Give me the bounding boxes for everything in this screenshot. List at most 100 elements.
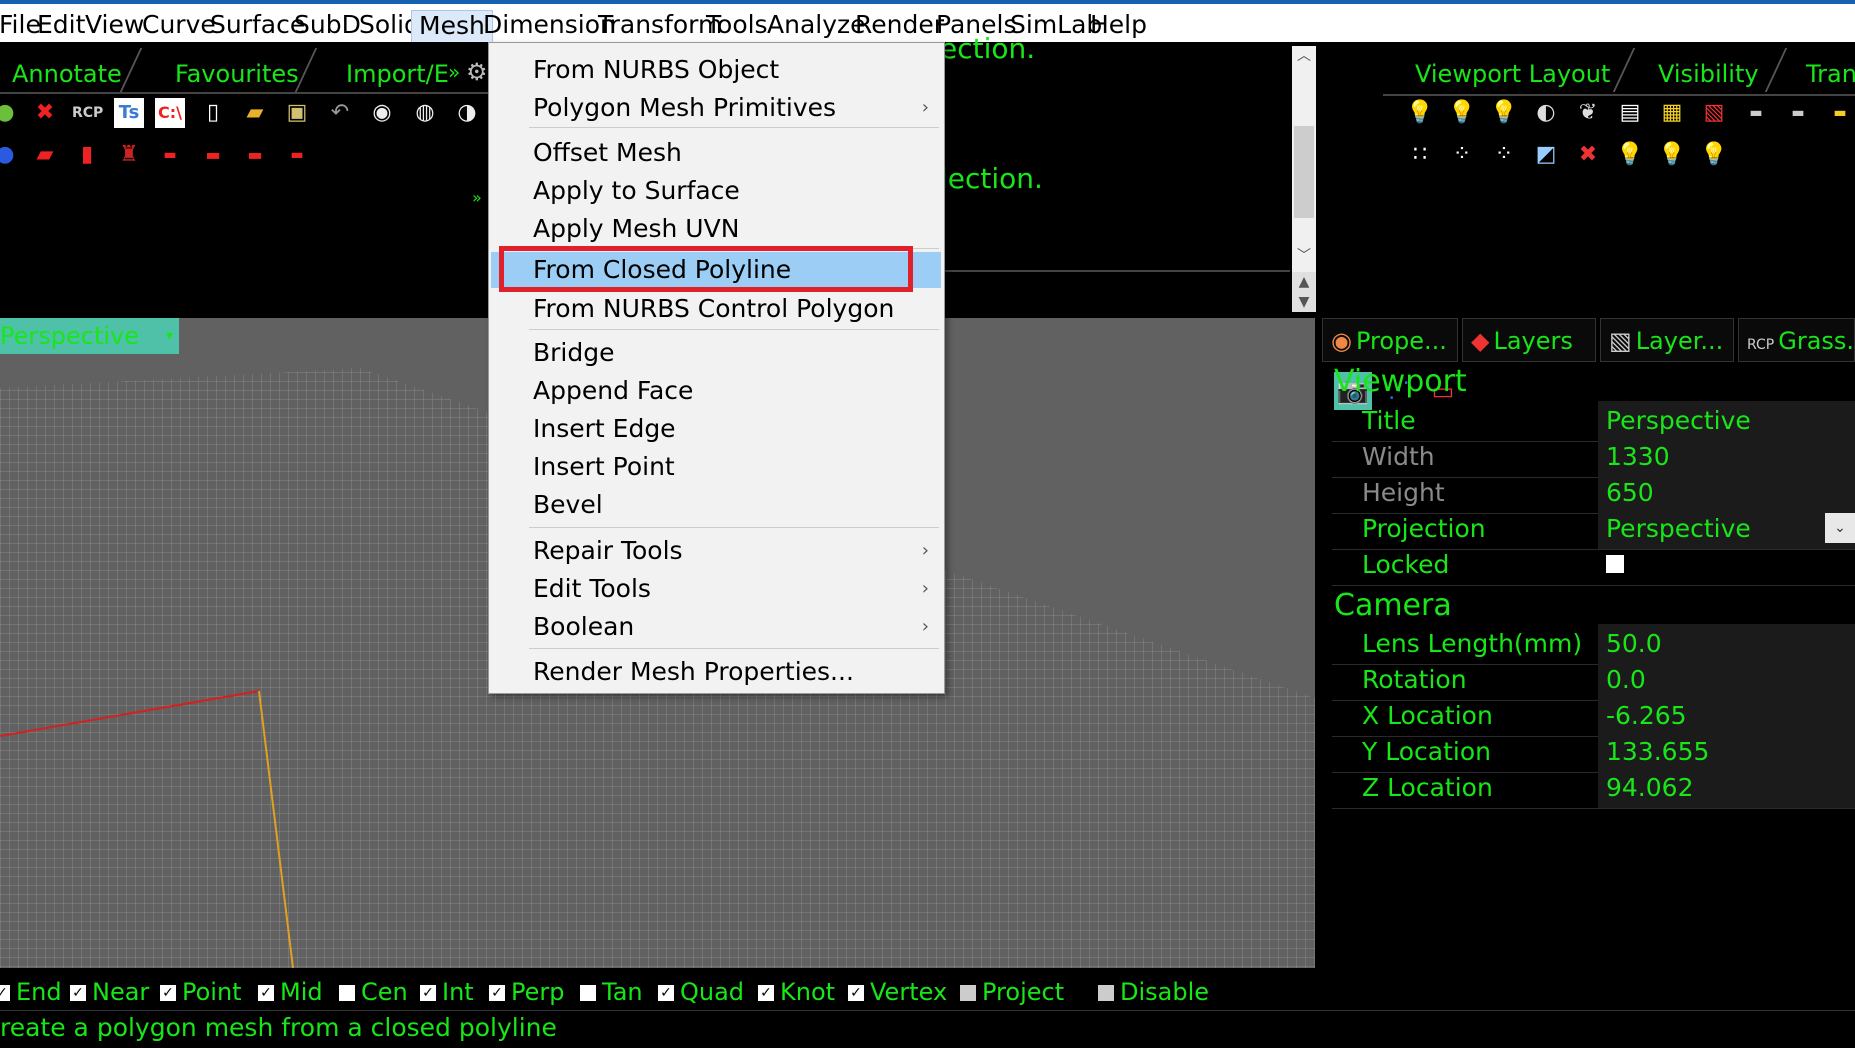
car-icon[interactable]: ▬ <box>198 140 228 170</box>
sphere-grid-icon[interactable]: ◍ <box>410 98 440 128</box>
osnap-knot[interactable]: ✓ Knot <box>758 980 835 1004</box>
prop-y-location[interactable]: Y Location 133.655 <box>1332 732 1855 773</box>
blue-sphere-icon[interactable]: ● <box>0 140 20 170</box>
menu-item-polygon-mesh-primitives[interactable]: Polygon Mesh Primitives › <box>491 90 941 126</box>
command-scrollbar[interactable]: ︿ ﹀ ▲ ▼ <box>1292 46 1316 312</box>
bulb-icon[interactable]: 💡 <box>1699 140 1729 170</box>
menu-item-apply-mesh-uvn[interactable]: Apply Mesh UVN <box>491 211 941 247</box>
osnap-project[interactable]: ✓ Project <box>960 980 1064 1004</box>
osnap-int[interactable]: ✓ Int <box>420 980 474 1004</box>
rcp-icon[interactable]: RCP <box>72 98 103 128</box>
menu-item-append-face[interactable]: Append Face <box>491 373 941 409</box>
osnap-checkbox[interactable]: ✓ <box>0 985 10 1001</box>
x-cube-icon[interactable]: ✖ <box>1573 140 1603 170</box>
menu-item-offset-mesh[interactable]: Offset Mesh <box>491 135 941 171</box>
undo-icon[interactable]: ↶ <box>325 98 355 128</box>
toolbar-overflow-icon[interactable]: » <box>472 188 482 207</box>
rect-icon[interactable]: ▬ <box>1783 98 1813 128</box>
grasshopper-icon[interactable]: ✖ <box>30 98 60 128</box>
bulb-on-icon[interactable]: 💡 <box>1489 98 1519 128</box>
tab-layer-states[interactable]: ▧ Layer... <box>1600 318 1734 362</box>
prop-lens-length[interactable]: Lens Length(mm) 50.0 <box>1332 624 1855 665</box>
grid-dots-icon[interactable]: ⁘ <box>1447 140 1477 170</box>
menu-help[interactable]: Help <box>1083 10 1154 42</box>
osnap-checkbox[interactable]: ✓ <box>758 985 774 1001</box>
ts-icon[interactable]: Ts <box>114 98 144 128</box>
menu-item-edit-tools[interactable]: Edit Tools › <box>491 571 941 607</box>
bulb-icon[interactable]: 💡 <box>1615 140 1645 170</box>
osnap-point[interactable]: ✓ Point <box>160 980 242 1004</box>
tab-viewport-layout[interactable]: Viewport Layout <box>1415 54 1610 94</box>
osnap-checkbox[interactable]: ✓ <box>1098 985 1114 1001</box>
points-icon[interactable]: ∷ <box>1405 140 1435 170</box>
tab-transform[interactable]: Tran <box>1806 54 1855 94</box>
osnap-checkbox[interactable]: ✓ <box>160 985 176 1001</box>
menu-item-from-nurbs-object[interactable]: From NURBS Object <box>491 52 941 88</box>
car-icon[interactable]: ▬ <box>282 140 312 170</box>
osnap-disable[interactable]: ✓ Disable <box>1098 980 1209 1004</box>
bulb-on-icon[interactable]: 💡 <box>1447 98 1477 128</box>
bus-icon[interactable]: ▮ <box>72 140 102 170</box>
tab-grass[interactable]: RCPGrass... <box>1738 318 1855 362</box>
menu-item-boolean[interactable]: Boolean › <box>491 609 941 645</box>
viewport-title[interactable]: Perspective ▾ <box>0 318 179 354</box>
osnap-checkbox[interactable]: ✓ <box>848 985 864 1001</box>
sphere-icon[interactable]: ◉ <box>367 98 397 128</box>
locked-checkbox[interactable] <box>1606 555 1624 573</box>
bulb-icon[interactable]: 💡 <box>1657 140 1687 170</box>
globe-icon[interactable]: ● <box>0 98 20 128</box>
gear-icon[interactable]: ⚙ <box>466 58 488 86</box>
osnap-checkbox[interactable]: ✓ <box>70 985 86 1001</box>
prop-value[interactable]: 0.0 <box>1598 660 1855 700</box>
grid-dots-icon[interactable]: ⁘ <box>1489 140 1519 170</box>
spin-down-icon[interactable]: ▼ <box>1292 292 1316 312</box>
menu-item-from-nurbs-control-polygon[interactable]: From NURBS Control Polygon <box>491 291 941 327</box>
osnap-vertex[interactable]: ✓ Vertex <box>848 980 947 1004</box>
menu-item-bridge[interactable]: Bridge <box>491 335 941 371</box>
menu-item-apply-to-surface[interactable]: Apply to Surface <box>491 173 941 209</box>
prop-value[interactable]: 133.655 <box>1598 732 1855 772</box>
osnap-mid[interactable]: ✓ Mid <box>258 980 323 1004</box>
menu-item-insert-point[interactable]: Insert Point <box>491 449 941 485</box>
prop-value[interactable]: Perspective <box>1598 401 1855 441</box>
osnap-checkbox[interactable]: ✓ <box>339 985 355 1001</box>
osnap-checkbox[interactable]: ✓ <box>489 985 505 1001</box>
new-file-icon[interactable]: ▯ <box>198 98 228 128</box>
osnap-cen[interactable]: ✓ Cen <box>339 980 408 1004</box>
osnap-checkbox[interactable]: ✓ <box>658 985 674 1001</box>
prop-value[interactable]: 50.0 <box>1598 624 1855 664</box>
scroll-up-icon[interactable]: ︿ <box>1292 46 1316 66</box>
car-small-icon[interactable]: ▬ <box>155 140 185 170</box>
sphere-shade-icon[interactable]: ◑ <box>452 98 482 128</box>
prop-value[interactable]: -6.265 <box>1598 696 1855 736</box>
bulb-icon[interactable]: 💡 <box>1405 98 1435 128</box>
menu-item-render-mesh-properties[interactable]: Render Mesh Properties... <box>491 654 941 690</box>
menu-item-from-closed-polyline[interactable]: From Closed Polyline <box>491 252 941 288</box>
prop-z-location[interactable]: Z Location 94.062 <box>1332 768 1855 809</box>
open-folder-icon[interactable]: ▰ <box>240 98 270 128</box>
tab-layers[interactable]: ◆ Layers <box>1462 318 1596 362</box>
doc-icon[interactable]: ▤ <box>1615 98 1645 128</box>
prop-locked[interactable]: Locked <box>1332 545 1855 586</box>
bulb-split-icon[interactable]: ◐ <box>1531 98 1561 128</box>
doc-tab-icon[interactable]: ▧ <box>1699 98 1729 128</box>
osnap-perp[interactable]: ✓ Perp <box>489 980 564 1004</box>
prop-value[interactable]: 94.062 <box>1598 768 1855 808</box>
scroll-thumb[interactable] <box>1294 126 1314 218</box>
rect-yellow-icon[interactable]: ▬ <box>1825 98 1855 128</box>
osnap-checkbox[interactable]: ✓ <box>258 985 274 1001</box>
figure-icon[interactable]: ♜ <box>114 140 144 170</box>
osnap-end[interactable]: ✓ End <box>0 980 62 1004</box>
doc-lock-icon[interactable]: ▦ <box>1657 98 1687 128</box>
chevron-down-icon[interactable]: ⌄ <box>1825 513 1855 543</box>
cmd-icon[interactable]: C:\ <box>155 98 185 128</box>
tab-favourites[interactable]: Favourites <box>175 54 299 94</box>
tab-import-export[interactable]: Import/E <box>346 54 449 94</box>
scroll-down-icon[interactable]: ﹀ <box>1292 246 1316 266</box>
car-red-icon[interactable]: ▰ <box>30 140 60 170</box>
osnap-checkbox[interactable]: ✓ <box>960 985 976 1001</box>
cube-icon[interactable]: ◩ <box>1531 140 1561 170</box>
osnap-quad[interactable]: ✓ Quad <box>658 980 744 1004</box>
chevron-down-icon[interactable]: ▾ <box>166 318 173 354</box>
menu-item-bevel[interactable]: Bevel <box>491 487 941 523</box>
